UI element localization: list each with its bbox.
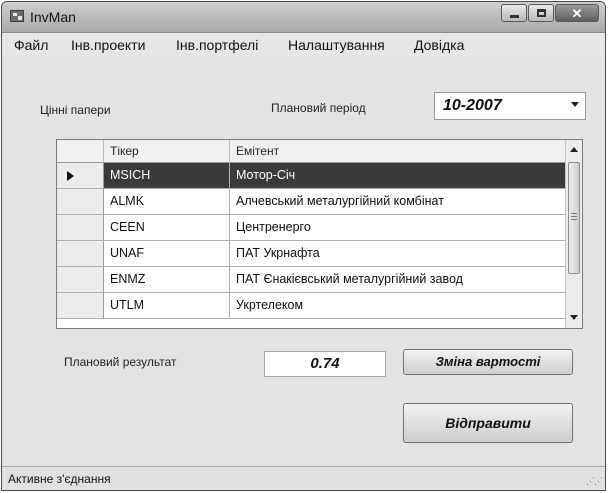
securities-grid: Тікер Емітент MSICH Мотор-Січ ALMK Алчев… xyxy=(56,139,583,329)
column-header-issuer[interactable]: Емітент xyxy=(230,140,567,162)
maximize-icon xyxy=(537,9,546,17)
app-window: InvMan ✕ Файл Інв.проекти Інв.портфелі Н… xyxy=(1,1,606,491)
menu-settings[interactable]: Налаштування xyxy=(288,37,385,53)
current-row-arrow-icon xyxy=(67,171,74,181)
dropdown-arrow-icon[interactable] xyxy=(571,102,579,107)
menu-file[interactable]: Файл xyxy=(14,37,48,53)
title-bar[interactable]: InvMan ✕ xyxy=(2,2,605,33)
menu-bar: Файл Інв.проекти Інв.портфелі Налаштуван… xyxy=(2,33,605,57)
table-row[interactable]: ENMZ ПАТ Єнакієвський металургійний заво… xyxy=(57,267,567,293)
scroll-down-arrow-icon[interactable] xyxy=(570,315,578,320)
ticker-cell[interactable]: ALMK xyxy=(104,189,230,214)
grid-vertical-scrollbar[interactable] xyxy=(565,140,582,328)
row-header[interactable] xyxy=(57,293,104,318)
row-header-corner xyxy=(57,140,104,162)
menu-inv-projects[interactable]: Інв.проекти xyxy=(71,37,145,53)
status-bar: Активне з'єднання ⋰⋰ xyxy=(2,466,605,490)
securities-label: Цінні папери xyxy=(40,103,111,117)
issuer-cell[interactable]: ПАТ Укрнафта xyxy=(230,241,567,266)
send-button[interactable]: Відправити xyxy=(403,403,573,443)
grid-header: Тікер Емітент xyxy=(57,140,567,163)
issuer-cell[interactable]: Мотор-Січ xyxy=(230,163,567,188)
table-row[interactable]: ALMK Алчевський металургійний комбінат xyxy=(57,189,567,215)
ticker-cell[interactable]: CEEN xyxy=(104,215,230,240)
row-header[interactable] xyxy=(57,215,104,240)
menu-inv-portfolios[interactable]: Інв.портфелі xyxy=(176,37,258,53)
period-select[interactable]: 10-2007 xyxy=(434,92,586,120)
ticker-cell[interactable]: ENMZ xyxy=(104,267,230,292)
close-icon: ✕ xyxy=(571,6,583,21)
minimize-button[interactable] xyxy=(501,4,527,22)
ticker-cell[interactable]: MSICH xyxy=(104,163,230,188)
row-header[interactable] xyxy=(57,163,104,188)
maximize-button[interactable] xyxy=(528,4,554,22)
menu-help[interactable]: Довідка xyxy=(414,37,464,53)
period-label: Плановий період xyxy=(271,101,366,115)
table-row[interactable]: UNAF ПАТ Укрнафта xyxy=(57,241,567,267)
issuer-cell[interactable]: Укртелеком xyxy=(230,293,567,318)
column-header-ticker[interactable]: Тікер xyxy=(104,140,230,162)
issuer-cell[interactable]: Центренерго xyxy=(230,215,567,240)
issuer-cell[interactable]: ПАТ Єнакієвський металургійний завод xyxy=(230,267,567,292)
resize-grip-icon[interactable]: ⋰⋰ xyxy=(586,476,603,487)
row-header[interactable] xyxy=(57,189,104,214)
scrollbar-thumb[interactable] xyxy=(568,162,580,274)
close-button[interactable]: ✕ xyxy=(555,4,599,22)
connection-status: Активне з'єднання xyxy=(8,472,111,486)
period-value: 10-2007 xyxy=(443,97,502,114)
app-icon[interactable] xyxy=(10,10,24,22)
row-header[interactable] xyxy=(57,241,104,266)
window-controls: ✕ xyxy=(500,4,599,24)
table-row[interactable]: CEEN Центренерго xyxy=(57,215,567,241)
issuer-cell[interactable]: Алчевський металургійний комбінат xyxy=(230,189,567,214)
scroll-up-arrow-icon[interactable] xyxy=(570,147,578,152)
result-value-field: 0.74 xyxy=(264,351,386,377)
window-title: InvMan xyxy=(30,9,76,25)
row-header[interactable] xyxy=(57,267,104,292)
change-value-button[interactable]: Зміна вартості xyxy=(403,349,573,375)
table-row[interactable]: UTLM Укртелеком xyxy=(57,293,567,319)
ticker-cell[interactable]: UNAF xyxy=(104,241,230,266)
result-label: Плановий результат xyxy=(64,355,177,369)
minimize-icon xyxy=(510,15,519,18)
grip-icon xyxy=(571,213,577,220)
table-row[interactable]: MSICH Мотор-Січ xyxy=(57,163,567,189)
ticker-cell[interactable]: UTLM xyxy=(104,293,230,318)
